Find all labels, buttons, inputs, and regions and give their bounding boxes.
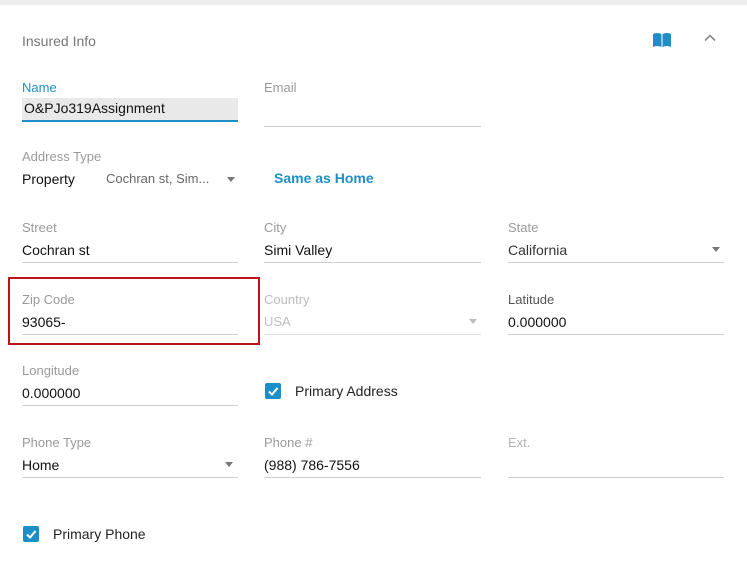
ext-underline bbox=[508, 477, 724, 478]
email-field[interactable]: Email bbox=[264, 80, 481, 127]
address-summary: Cochran st, Sim... bbox=[106, 171, 210, 186]
phone-field[interactable]: Phone # (988) 786-7556 bbox=[264, 435, 481, 478]
same-as-home-button[interactable]: Same as Home bbox=[274, 170, 374, 186]
checkmark-icon bbox=[26, 530, 37, 539]
latitude-field[interactable]: Latitude 0.000000 bbox=[508, 292, 724, 335]
section-title: Insured Info bbox=[22, 33, 96, 49]
address-type-label-wrap: Address Type bbox=[22, 149, 242, 165]
city-label: City bbox=[264, 220, 287, 235]
email-underline bbox=[264, 126, 481, 127]
phone-type-field[interactable]: Phone Type Home bbox=[22, 435, 238, 478]
ext-field[interactable]: Ext. bbox=[508, 435, 724, 478]
longitude-input[interactable]: 0.000000 bbox=[22, 383, 238, 405]
ext-label: Ext. bbox=[508, 435, 531, 450]
name-label: Name bbox=[22, 80, 57, 95]
state-underline bbox=[508, 262, 724, 263]
street-underline bbox=[22, 262, 238, 263]
primary-phone-checkbox[interactable] bbox=[23, 526, 39, 542]
city-input[interactable]: Simi Valley bbox=[264, 240, 481, 262]
email-input[interactable] bbox=[264, 104, 481, 126]
longitude-label: Longitude bbox=[22, 363, 80, 378]
phone-type-label: Phone Type bbox=[22, 435, 92, 450]
country-field: Country USA bbox=[264, 292, 481, 335]
country-label: Country bbox=[264, 292, 310, 307]
phone-type-select[interactable]: Home bbox=[22, 455, 238, 477]
phone-input[interactable]: (988) 786-7556 bbox=[264, 455, 481, 477]
chevron-down-icon bbox=[712, 247, 720, 252]
phone-label: Phone # bbox=[264, 435, 313, 450]
name-underline bbox=[22, 120, 238, 122]
city-underline bbox=[264, 262, 481, 263]
book-icon[interactable] bbox=[652, 32, 672, 48]
address-type-value: Property bbox=[22, 171, 75, 187]
street-input[interactable]: Cochran st bbox=[22, 240, 238, 262]
chevron-down-icon bbox=[227, 177, 235, 182]
country-underline bbox=[264, 334, 481, 335]
primary-phone-checkbox-row[interactable]: Primary Phone bbox=[23, 525, 146, 543]
chevron-up-icon[interactable] bbox=[703, 31, 717, 45]
latitude-input[interactable]: 0.000000 bbox=[508, 312, 724, 334]
address-type-select[interactable]: Property Cochran st, Sim... bbox=[22, 171, 242, 191]
state-label: State bbox=[508, 220, 539, 235]
chevron-down-icon bbox=[469, 319, 477, 324]
name-input[interactable]: O&PJo319Assignment bbox=[22, 98, 238, 120]
top-bar bbox=[0, 0, 747, 5]
primary-address-checkbox-row[interactable]: Primary Address bbox=[265, 382, 398, 400]
latitude-underline bbox=[508, 334, 724, 335]
street-field[interactable]: Street Cochran st bbox=[22, 220, 238, 263]
zip-code-highlight bbox=[8, 277, 260, 345]
phone-underline bbox=[264, 477, 481, 478]
state-select[interactable]: California bbox=[508, 240, 724, 262]
email-label: Email bbox=[264, 80, 297, 95]
street-label: Street bbox=[22, 220, 57, 235]
phone-type-underline bbox=[22, 477, 238, 478]
latitude-label: Latitude bbox=[508, 292, 555, 307]
chevron-down-icon bbox=[225, 462, 233, 467]
longitude-field[interactable]: Longitude 0.000000 bbox=[22, 363, 238, 406]
name-field[interactable]: Name O&PJo319Assignment bbox=[22, 80, 238, 122]
longitude-underline bbox=[22, 405, 238, 406]
ext-input[interactable] bbox=[508, 455, 724, 477]
city-field[interactable]: City Simi Valley bbox=[264, 220, 481, 263]
primary-address-label: Primary Address bbox=[295, 383, 398, 399]
state-field[interactable]: State California bbox=[508, 220, 724, 263]
address-type-label: Address Type bbox=[22, 149, 102, 164]
checkmark-icon bbox=[268, 387, 279, 396]
primary-address-checkbox[interactable] bbox=[265, 383, 281, 399]
primary-phone-label: Primary Phone bbox=[53, 526, 146, 542]
country-select: USA bbox=[264, 314, 291, 329]
